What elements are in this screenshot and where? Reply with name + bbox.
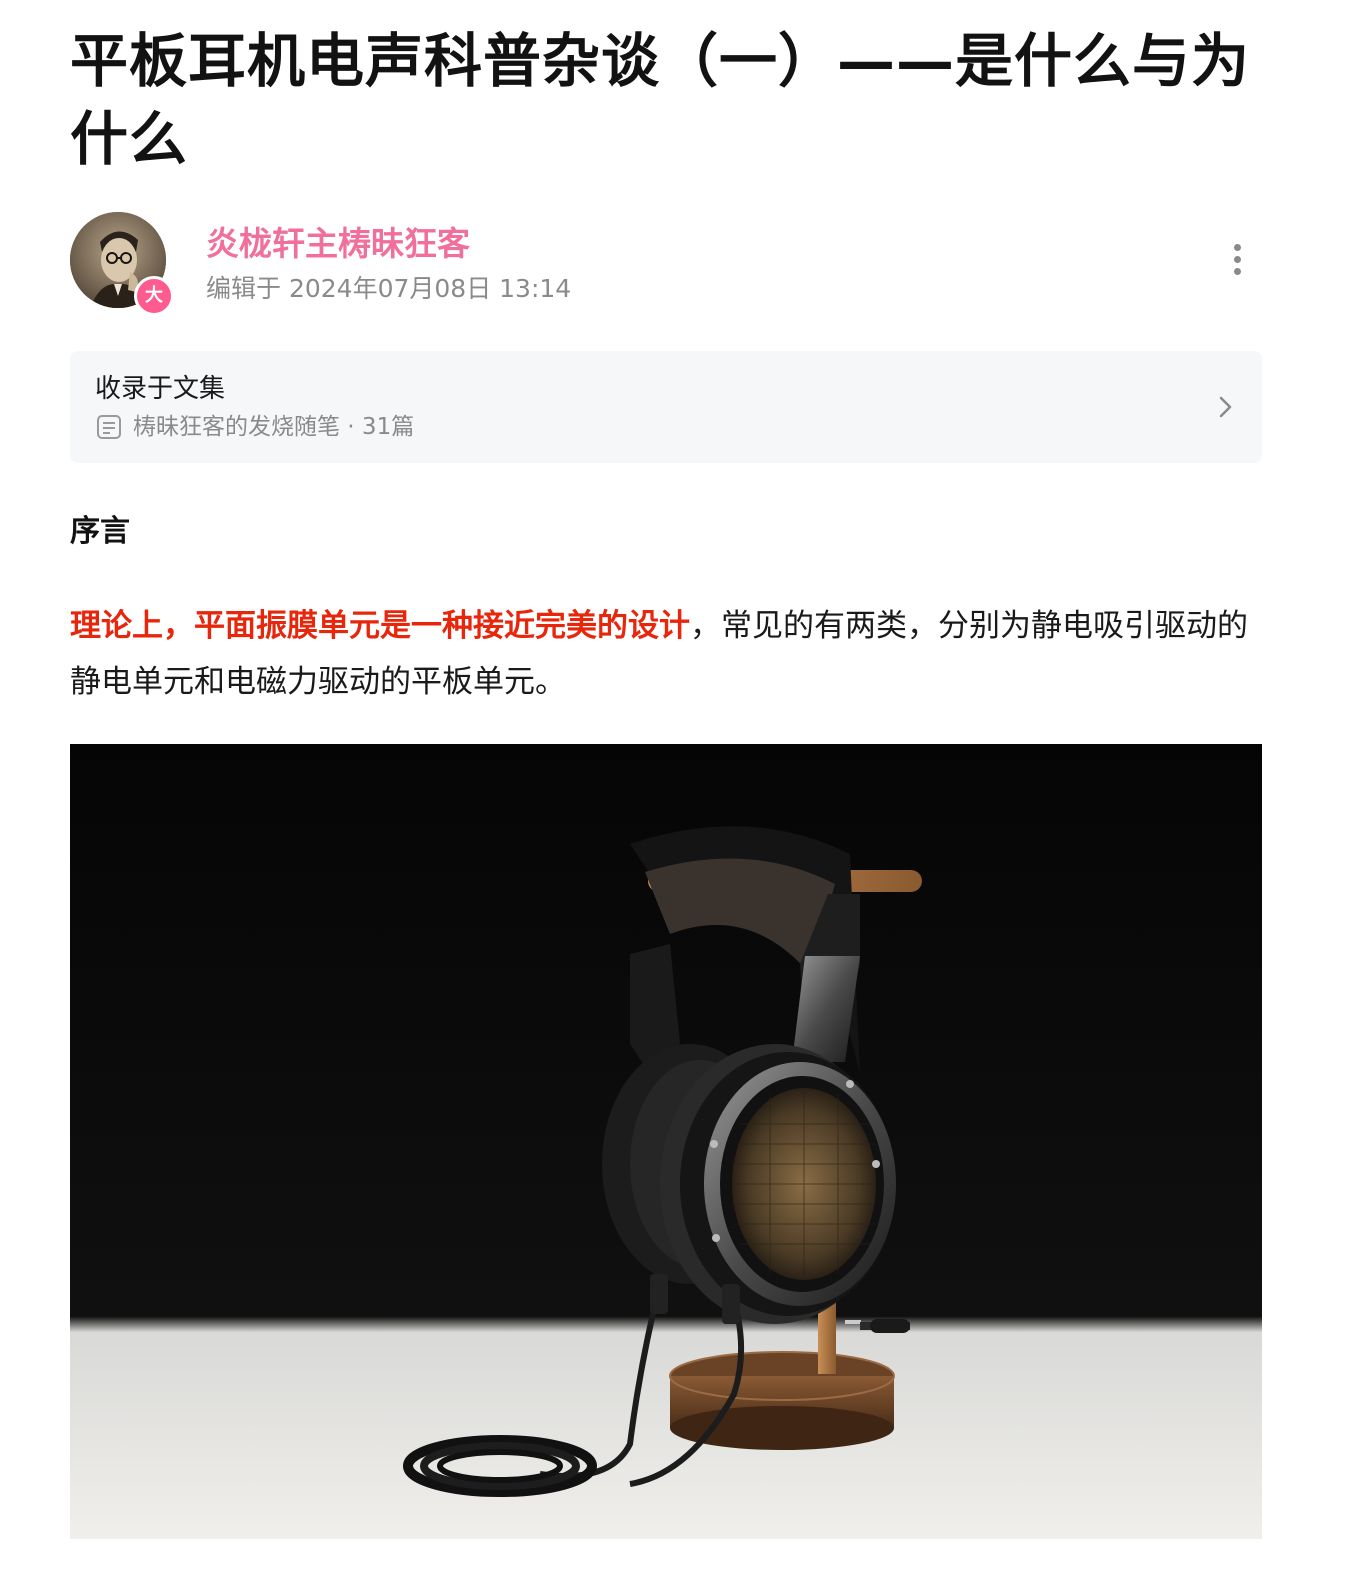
more-dot [1233, 256, 1241, 263]
article-title: 平板耳机电声科普杂谈（一）——是什么与为什么 [70, 27, 1251, 173]
more-dot [1233, 244, 1241, 251]
more-options-icon[interactable] [1222, 240, 1252, 284]
collection-label: 收录于文集 [95, 374, 226, 404]
collection-card[interactable]: 收录于文集 梼昧狂客的发烧随笔 · 31篇 [70, 351, 1262, 463]
highlighted-text: 理论上，平面振膜单元是一种接近完美的设计 [70, 608, 690, 644]
headphones-photo [70, 744, 1262, 1539]
section-heading: 序言 [70, 514, 130, 549]
collection-info: 梼昧狂客的发烧随笔 · 31篇 [95, 411, 414, 443]
chevron-right-icon [1219, 396, 1232, 418]
author-row: 大 炎栊轩主梼昧狂客 编辑于 2024年07月08日 13:14 [70, 212, 1262, 316]
intro-paragraph: 理论上，平面振膜单元是一种接近完美的设计，常见的有两类，分别为静电吸引驱动的静电… [70, 598, 1270, 710]
article-image[interactable] [70, 744, 1262, 1539]
author-name[interactable]: 炎栊轩主梼昧狂客 [206, 222, 470, 266]
more-dot [1233, 268, 1241, 275]
edit-timestamp: 编辑于 2024年07月08日 13:14 [206, 274, 572, 303]
creator-badge: 大 [134, 276, 174, 316]
document-icon [97, 415, 121, 439]
article-page: 平板耳机电声科普杂谈（一）——是什么与为什么 大 炎栊轩主梼昧狂客 编辑于 20… [0, 0, 1352, 1588]
collection-name: 梼昧狂客的发烧随笔 · 31篇 [133, 414, 415, 440]
